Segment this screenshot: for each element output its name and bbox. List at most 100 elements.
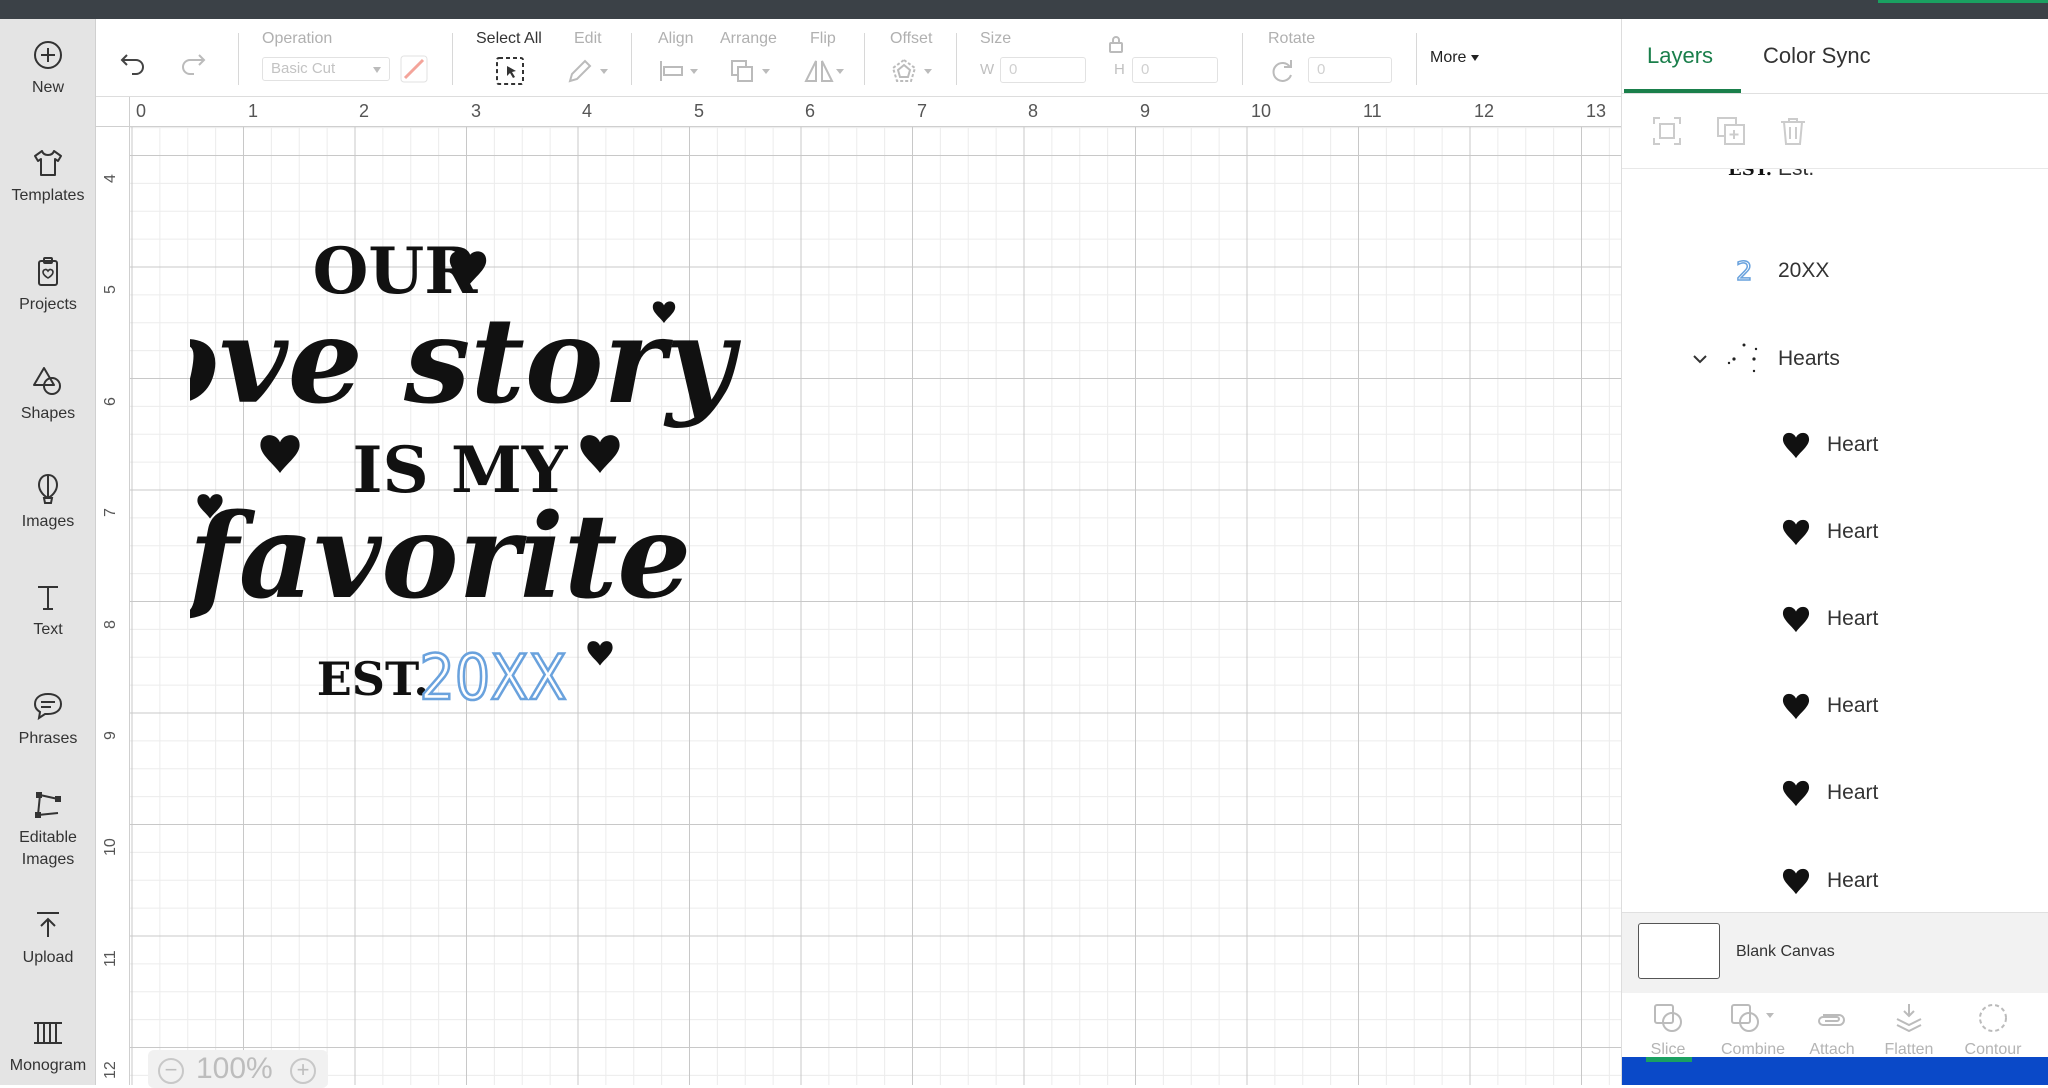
text-icon: [38, 586, 58, 610]
rotate-label: Rotate: [1268, 30, 1316, 47]
ruler-number: 1: [248, 101, 259, 121]
layer-name: Est.: [1778, 169, 1814, 181]
heart-shape: [580, 435, 620, 473]
design-canvas[interactable]: OUR love story IS MY favorite EST. 20XX: [130, 127, 1621, 1085]
paperclip-icon: [1818, 1014, 1845, 1026]
offset-icon[interactable]: [890, 57, 938, 85]
operation-label: Operation: [262, 30, 333, 47]
sidebar-item-label: Phrases: [18, 730, 78, 747]
lock-icon[interactable]: [1108, 35, 1124, 53]
contour-button[interactable]: Contour: [1952, 1001, 2034, 1059]
sidebar-item-label: Templates: [11, 187, 85, 204]
ruler-number: 3: [471, 101, 482, 121]
blank-canvas-row[interactable]: Blank Canvas: [1622, 912, 2048, 993]
canvas-swatch[interactable]: [1638, 923, 1720, 979]
sidebar-item-projects[interactable]: Projects: [0, 254, 96, 316]
shapes-icon: [33, 367, 61, 395]
ruler-number: 0: [136, 101, 147, 121]
active-tab-indicator: [1624, 89, 1741, 93]
layer-row-heart[interactable]: Heart: [1622, 686, 2048, 726]
select-all-icon[interactable]: [494, 55, 526, 87]
contour-label: Contour: [1964, 1041, 2022, 1058]
height-value: 0: [1141, 61, 1150, 78]
sidebar-item-new[interactable]: New: [0, 37, 96, 99]
sidebar-item-phrases[interactable]: Phrases: [0, 688, 96, 750]
zoom-out-button[interactable]: −: [158, 1058, 184, 1084]
toolbar-divider: [864, 33, 865, 85]
sidebar-item-editable-images[interactable]: Editable Images: [0, 787, 96, 871]
arrange-icon[interactable]: [728, 57, 776, 85]
combine-icon: [1731, 1004, 1774, 1032]
top-accent: [1878, 0, 2048, 3]
operation-value: Basic Cut: [271, 60, 336, 77]
slice-label: Slice: [1650, 1041, 1686, 1058]
heart-icon: [1782, 780, 1810, 807]
combine-button[interactable]: Combine: [1708, 1001, 1798, 1059]
ruler-number: 12: [102, 1061, 119, 1079]
layer-row-heart[interactable]: Heart: [1622, 599, 2048, 639]
layer-row-heart[interactable]: Heart: [1622, 861, 2048, 901]
flip-icon[interactable]: [802, 57, 848, 85]
layer-row-heart[interactable]: Heart: [1622, 512, 2048, 552]
more-button[interactable]: More: [1430, 49, 1479, 67]
attach-button[interactable]: Attach: [1794, 1001, 1870, 1059]
love-story-design[interactable]: OUR love story IS MY favorite EST. 20XX: [190, 187, 870, 787]
layer-row-20xx[interactable]: 2 20XX: [1622, 251, 2048, 291]
sidebar-item-templates[interactable]: Templates: [0, 145, 96, 207]
ruler-number: 6: [805, 101, 816, 121]
edit-pencil-icon[interactable]: [566, 57, 612, 85]
ruler-number: 9: [1140, 101, 1151, 121]
align-icon[interactable]: [658, 59, 702, 83]
zoom-in-button[interactable]: +: [290, 1058, 316, 1084]
tab-layers[interactable]: Layers: [1647, 43, 1713, 69]
tab-color-sync[interactable]: Color Sync: [1763, 43, 1871, 69]
layer-name: Heart: [1827, 781, 1879, 804]
tshirt-icon: [34, 150, 62, 176]
chevron-down-icon: [373, 67, 381, 73]
layer-row-heart[interactable]: Heart: [1622, 773, 2048, 813]
heart-icon: [1782, 606, 1810, 633]
sidebar-item-shapes[interactable]: Shapes: [0, 363, 96, 425]
layer-row-est[interactable]: EST. Est.: [1622, 169, 2048, 187]
operation-dropdown[interactable]: Basic Cut: [262, 57, 390, 81]
sidebar-item-images[interactable]: Images: [0, 471, 96, 533]
make-it-bar[interactable]: [1622, 1057, 2048, 1085]
toolbar-divider: [1242, 33, 1243, 85]
zoom-value: 100%: [196, 1052, 273, 1085]
width-input[interactable]: 0: [1000, 57, 1086, 83]
sidebar-item-upload[interactable]: Upload: [0, 907, 96, 969]
width-prefix: W: [980, 61, 995, 78]
sidebar-item-monogram[interactable]: Monogram: [0, 1015, 96, 1077]
redo-icon[interactable]: [178, 47, 208, 77]
layer-name: Heart: [1827, 869, 1879, 892]
chevron-down-icon[interactable]: [1692, 353, 1708, 365]
heart-icon: [1782, 432, 1810, 459]
height-input[interactable]: 0: [1132, 57, 1218, 83]
upload-icon: [37, 912, 59, 937]
duplicate-icon[interactable]: [1714, 114, 1748, 148]
toolbar-divider: [238, 33, 239, 85]
delete-trash-icon[interactable]: [1776, 114, 1810, 148]
monogram-icon: [34, 1022, 62, 1044]
slice-button[interactable]: Slice: [1636, 1001, 1700, 1059]
design-text-favorite: favorite: [190, 489, 691, 625]
sidebar-item-label: Editable Images: [19, 829, 77, 868]
sidebar-item-text[interactable]: Text: [0, 579, 96, 641]
group-icon[interactable]: [1650, 114, 1684, 148]
pen-color-swatch-icon[interactable]: [400, 55, 428, 83]
app-top-bar: [0, 0, 2048, 19]
edit-label: Edit: [574, 30, 602, 47]
layer-group-hearts[interactable]: Hearts: [1622, 339, 2048, 379]
align-label: Align: [658, 30, 694, 47]
rotate-input[interactable]: 0: [1308, 57, 1392, 83]
vertical-ruler: 4 5 6 7 8 9 10 11 12: [96, 127, 130, 1085]
balloon-icon: [37, 473, 59, 504]
undo-icon[interactable]: [118, 47, 148, 77]
panel-tabs: Layers Color Sync: [1622, 19, 2048, 94]
ruler-number: 4: [582, 101, 593, 121]
slice-icon: [1654, 1004, 1682, 1032]
flatten-button[interactable]: Flatten: [1872, 1001, 1946, 1059]
sidebar-item-label: New: [31, 79, 64, 96]
more-label: More: [1430, 49, 1467, 66]
layer-row-heart[interactable]: Heart: [1622, 425, 2048, 465]
